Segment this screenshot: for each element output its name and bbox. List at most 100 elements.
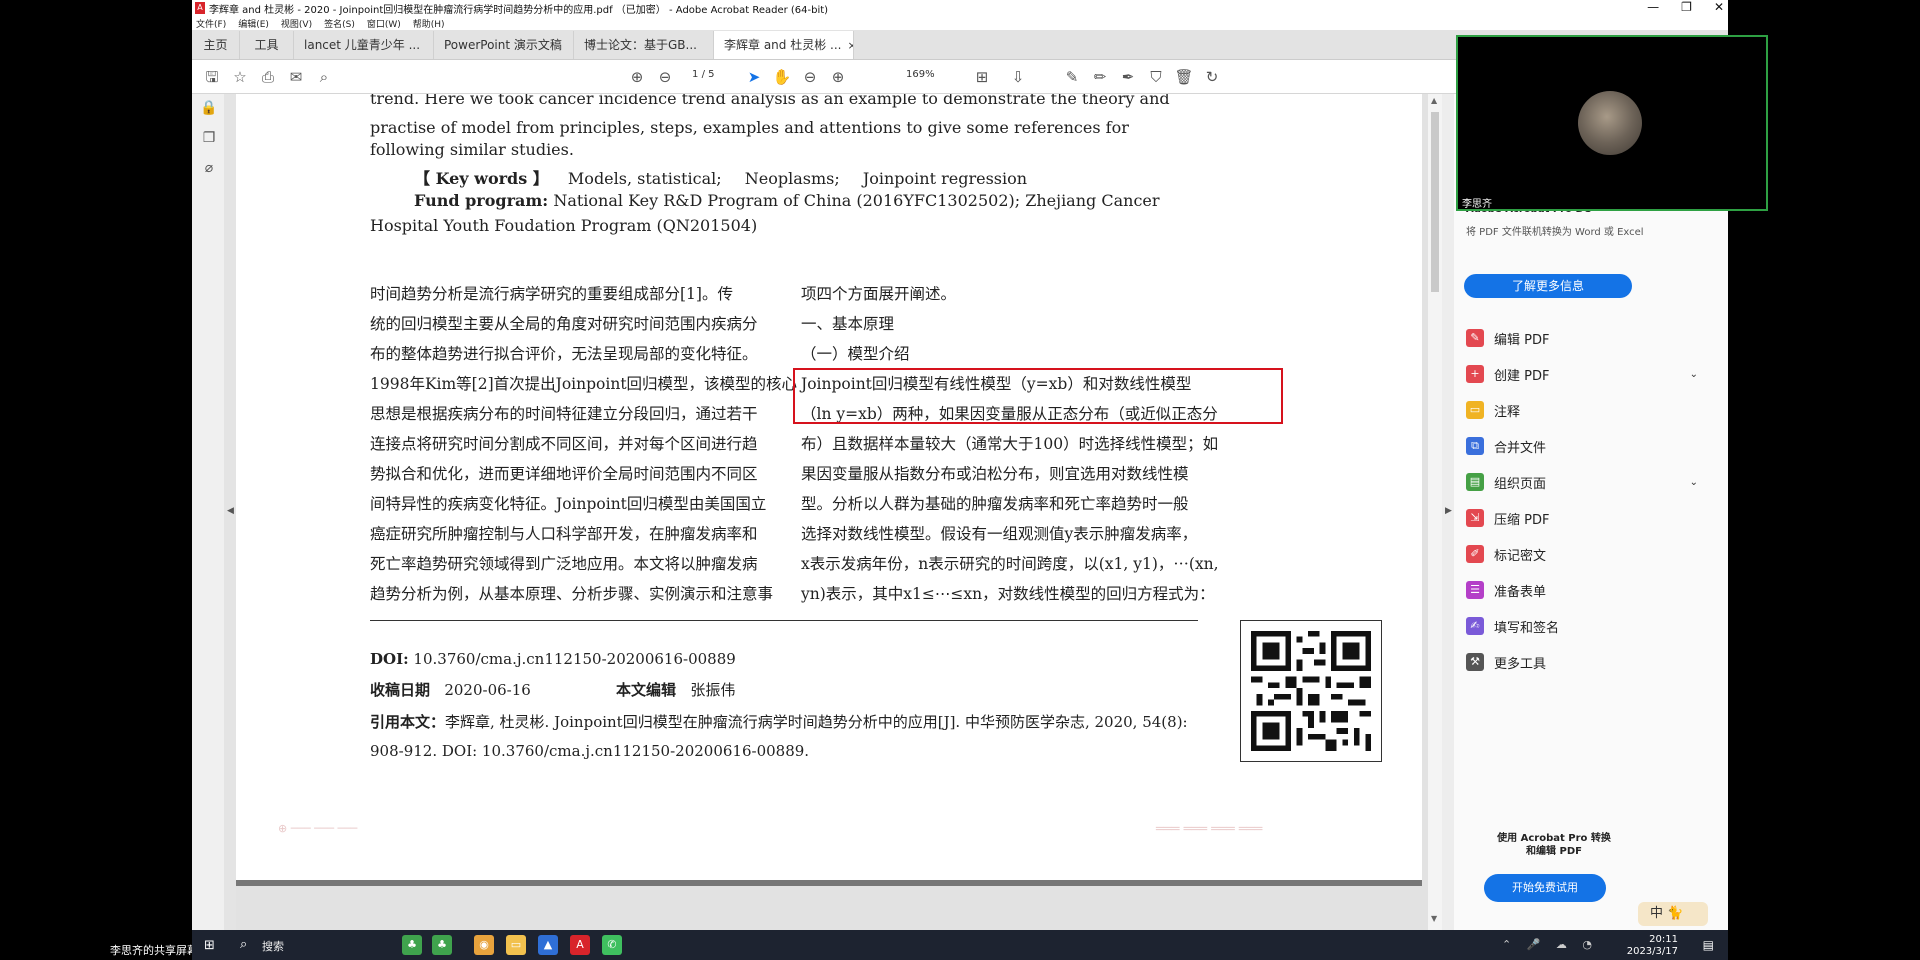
tool-label: 注释 xyxy=(1494,404,1521,420)
keyword-item: Models, statistical; xyxy=(567,169,722,188)
wechat-icon[interactable]: ✆ xyxy=(602,935,622,955)
body-line: 间特异性的疾病变化特征。Joinpoint回归模型由美国国立 xyxy=(370,495,767,513)
next-page-icon[interactable]: ⊖ xyxy=(655,68,675,86)
free-trial-button[interactable]: 开始免费试用 xyxy=(1484,874,1606,902)
select-cursor-icon[interactable]: ➤ xyxy=(744,68,764,86)
abstract-line: trend. Here we took cancer incidence tre… xyxy=(370,94,1170,108)
body-line: 1998年Kim等[2]首次提出Joinpoint回归模型，该模型的核心 xyxy=(370,375,798,393)
close-window-button[interactable]: ✕ xyxy=(1714,0,1724,14)
tool-combine[interactable]: ⧉ 合并文件 xyxy=(1466,434,1706,458)
tool-create-pdf[interactable]: + 创建 PDF ⌄ xyxy=(1466,362,1706,386)
start-windows-icon[interactable]: ⊞ xyxy=(204,938,218,953)
tab-doc-lancet[interactable]: lancet 儿童青少年 ... xyxy=(294,31,434,59)
app-clover-icon[interactable]: ♣ xyxy=(402,935,422,955)
minimize-button[interactable]: — xyxy=(1647,0,1659,14)
scroll-up-icon[interactable]: ▲ xyxy=(1431,96,1437,105)
tool-fill-sign[interactable]: ✍ 填写和签名 xyxy=(1466,614,1706,638)
clock[interactable]: 20:11 2023/3/17 xyxy=(1627,934,1678,958)
menu-edit[interactable]: 编辑(E) xyxy=(238,17,269,30)
zoom-in-icon[interactable]: ⊕ xyxy=(828,68,848,86)
search-icon[interactable]: ⌕ xyxy=(240,937,247,952)
photos-icon[interactable]: ▲ xyxy=(538,935,558,955)
menu-window[interactable]: 窗口(W) xyxy=(367,17,401,30)
taskbar: ⊞ ⌕ 搜索 ♣ ♣ ◉ ▭ ▲ A ✆ ⌃ 🎤 ☁ ◔ 20:11 2023/… xyxy=(192,930,1728,960)
comment-icon[interactable]: ✎ xyxy=(1062,68,1082,86)
edit-pdf-icon: ✎ xyxy=(1466,329,1484,347)
tab-doc-thesis[interactable]: 博士论文：基于GB... xyxy=(574,31,714,59)
cite-text: 李辉章, 杜灵彬. Joinpoint回归模型在肿瘤流行病学时间趋势分析中的应用… xyxy=(370,713,1188,760)
tool-comment[interactable]: ▭ 注释 xyxy=(1466,398,1706,422)
zoom-level-select[interactable]: 169% xyxy=(906,69,935,80)
stamp-icon[interactable]: ⛉ xyxy=(1146,68,1166,86)
tool-prepare-form[interactable]: ☰ 准备表单 xyxy=(1466,578,1706,602)
right-panel-toggle[interactable]: ▶ xyxy=(1442,94,1454,930)
prev-page-icon[interactable]: ⊕ xyxy=(627,68,647,86)
redact-icon: ✐ xyxy=(1466,545,1484,563)
tool-edit-pdf[interactable]: ✎ 编辑 PDF xyxy=(1466,326,1706,350)
menu-help[interactable]: 帮助(H) xyxy=(413,17,445,30)
tool-compress[interactable]: ⇲ 压缩 PDF xyxy=(1466,506,1706,530)
chevron-left-icon: ◀ xyxy=(227,506,234,516)
maximize-button[interactable]: ❐ xyxy=(1681,0,1692,14)
scrollbar-thumb[interactable] xyxy=(1431,112,1439,292)
body-line: 统的回归模型主要从全局的角度对研究时间范围内疾病分 xyxy=(370,315,758,333)
tab-doc-powerpoint[interactable]: PowerPoint 演示文稿 xyxy=(434,31,574,59)
attachment-icon[interactable]: ⌀ xyxy=(200,160,218,178)
title-bar: A 李辉章 and 杜灵彬 - 2020 - Joinpoint回归模型在肿瘤流… xyxy=(192,0,1728,16)
video-thumbnail[interactable]: 李思齐 xyxy=(1456,35,1768,211)
pages-thumbnail-icon[interactable]: ❐ xyxy=(200,130,218,148)
acrobat-taskbar-icon[interactable]: A xyxy=(570,935,590,955)
body-line: yn)表示，其中x1≤⋯≤xn，对数线性模型的回归方程式为： xyxy=(801,585,1215,603)
tab-close-icon[interactable]: × xyxy=(847,39,853,52)
sign-icon[interactable]: ✒ xyxy=(1118,68,1138,86)
app-clover2-icon[interactable]: ♣ xyxy=(432,935,452,955)
body-line: 项四个方面展开阐述。 xyxy=(801,285,957,303)
menu-view[interactable]: 视图(V) xyxy=(281,17,312,30)
body-column-left: 时间趋势分析是流行病学研究的重要组成部分[1]。传 统的回归模型主要从全局的角度… xyxy=(370,279,840,609)
chevron-down-icon[interactable]: ⌄ xyxy=(1690,477,1698,488)
lock-icon[interactable]: 🔒 xyxy=(200,100,218,118)
page-fit-icon[interactable]: ⊞ xyxy=(972,68,992,86)
tool-more[interactable]: ⚒ 更多工具 xyxy=(1466,650,1706,674)
publisher-watermark-url: ═══ ═══ ═══ ═══ xyxy=(1156,822,1263,837)
tab-tools[interactable]: 工具 xyxy=(240,31,294,59)
email-icon[interactable]: ✉ xyxy=(286,68,306,86)
participant-name: 李思齐 xyxy=(1462,199,1492,210)
left-panel-toggle[interactable]: ◀ xyxy=(224,94,236,930)
ime-indicator[interactable]: 中 🐈 xyxy=(1638,902,1708,926)
taskbar-search[interactable]: 搜索 xyxy=(262,938,284,954)
screen-share-label: 李思齐的共享屏幕 xyxy=(110,944,198,957)
notification-icon[interactable]: ▤ xyxy=(1703,938,1714,952)
tab-home[interactable]: 主页 xyxy=(192,31,240,59)
screen: 李思齐的共享屏幕 A 李辉章 and 杜灵彬 - 2020 - Joinpoin… xyxy=(0,0,1920,960)
page-current-input[interactable]: 1 xyxy=(692,69,698,80)
chevron-down-icon[interactable]: ⌄ xyxy=(1690,369,1698,380)
rotate-icon[interactable]: ↻ xyxy=(1202,68,1222,86)
menu-sign[interactable]: 签名(S) xyxy=(324,17,355,30)
tool-redact[interactable]: ✐ 标记密文 xyxy=(1466,542,1706,566)
document-viewport[interactable]: trend. Here we took cancer incidence tre… xyxy=(236,94,1428,930)
tab-doc-active[interactable]: 李辉章 and 杜灵彬 ... × xyxy=(714,31,854,59)
publisher-watermark-logo: ⊕ ─── ─── ─── xyxy=(278,822,358,835)
page-separator xyxy=(236,880,1422,886)
hand-tool-icon[interactable]: ✋ xyxy=(772,68,792,86)
delete-icon[interactable]: 🗑 xyxy=(1174,68,1194,86)
vertical-scrollbar[interactable]: ▲ ▼ xyxy=(1428,94,1442,930)
highlight-icon[interactable]: ✏ xyxy=(1090,68,1110,86)
tool-organize[interactable]: ▤ 组织页面 ⌄ xyxy=(1466,470,1706,494)
search-icon[interactable]: ⌕ xyxy=(314,68,334,86)
menu-file[interactable]: 文件(F) xyxy=(196,17,226,30)
body-line: 果因变量服从指数分布或泊松分布，则宜选用对数线性模 xyxy=(801,465,1189,483)
learn-more-button[interactable]: 了解更多信息 xyxy=(1464,274,1632,298)
file-explorer-icon[interactable]: ▭ xyxy=(506,935,526,955)
bookmark-star-icon[interactable]: ☆ xyxy=(230,68,250,86)
zoom-out-icon[interactable]: ⊖ xyxy=(800,68,820,86)
save-icon[interactable]: 🖫 xyxy=(202,68,222,86)
scroll-mode-icon[interactable]: ⇩ xyxy=(1008,68,1028,86)
page-total: / 5 xyxy=(701,69,715,80)
system-tray-icons[interactable]: ⌃ 🎤 ☁ ◔ xyxy=(1502,938,1598,951)
scroll-down-icon[interactable]: ▼ xyxy=(1431,914,1437,923)
print-icon[interactable]: ⎙ xyxy=(258,68,278,86)
keyword-item: Joinpoint regression xyxy=(862,169,1028,188)
chrome-icon[interactable]: ◉ xyxy=(474,935,494,955)
